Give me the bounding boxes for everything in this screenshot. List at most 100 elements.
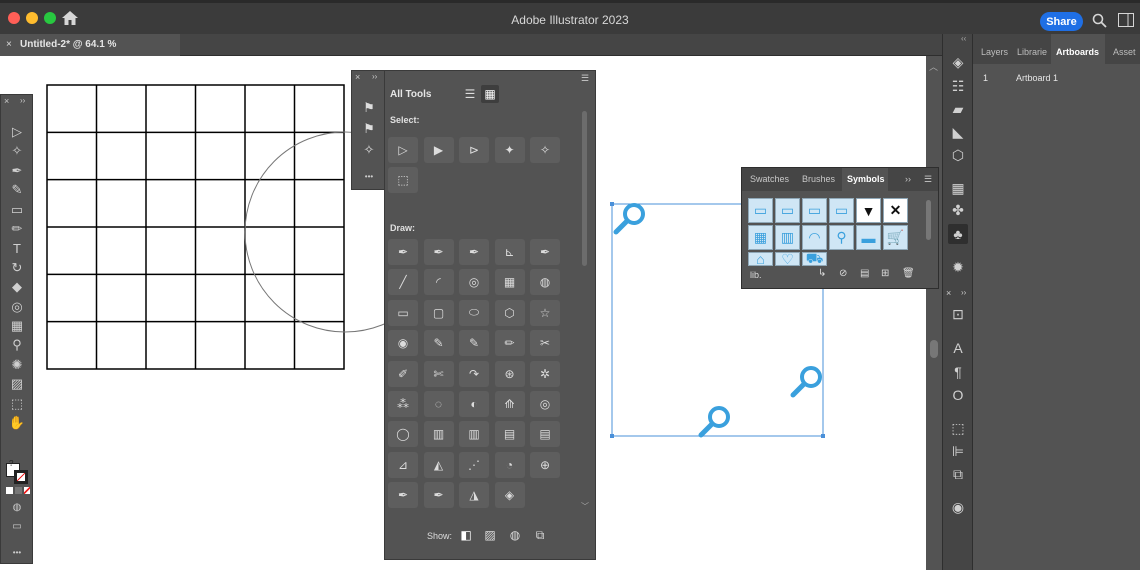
collapse-panel-icon[interactable]: ››	[20, 96, 25, 105]
character-icon[interactable]: A	[948, 338, 968, 358]
button-symbol[interactable]: ▭	[829, 198, 854, 223]
tab-asset-export[interactable]: Asset	[1113, 47, 1136, 57]
stroke-swatch[interactable]	[14, 470, 28, 484]
list-view-icon[interactable]: ☰	[461, 85, 479, 103]
flag-tool-icon[interactable]: ⚑	[359, 120, 379, 138]
selection-tool-icon[interactable]: ▷	[8, 123, 26, 141]
draw-tool-icon[interactable]: ✄	[424, 361, 454, 387]
new-symbol-icon[interactable]: ⊞	[881, 268, 889, 279]
more-tools-icon[interactable]: •••	[357, 169, 381, 183]
flag-tool-icon[interactable]: ⚑	[359, 99, 379, 117]
draw-tool-icon[interactable]: ⊕	[530, 452, 560, 478]
show-screen-mode-icon[interactable]: ⧉	[532, 527, 548, 543]
color-theme-icon[interactable]: ✹	[948, 257, 968, 277]
draw-tool-icon[interactable]: ⊿	[388, 452, 418, 478]
draw-tool-icon[interactable]: ↷	[459, 361, 489, 387]
chevron-down-icon[interactable]: ﹀	[581, 501, 589, 512]
3d-icon[interactable]: ⬡	[948, 145, 968, 165]
magnifier-symbol-instance[interactable]	[616, 205, 643, 232]
rss-icon[interactable]: ◠	[802, 225, 827, 250]
draw-tool-icon[interactable]: ◍	[530, 269, 560, 295]
home-icon[interactable]	[60, 8, 80, 28]
opentype-icon[interactable]: O	[948, 385, 968, 405]
draw-tool-icon[interactable]: ◌	[424, 391, 454, 417]
select-tool-icon[interactable]: ✧	[530, 137, 560, 163]
search-icon[interactable]	[1089, 10, 1109, 30]
close-panel-icon[interactable]: ×	[355, 72, 360, 82]
close-panel-icon[interactable]: ×	[946, 288, 951, 298]
draw-tool-icon[interactable]: ⬭	[459, 300, 489, 326]
draw-tool-icon[interactable]: ◯	[388, 421, 418, 447]
draw-tool-icon[interactable]: ✲	[530, 361, 560, 387]
panel-menu-icon[interactable]: ☰	[581, 73, 589, 84]
draw-tool-icon[interactable]: ☆	[530, 300, 560, 326]
draw-tool-icon[interactable]: ✎	[459, 330, 489, 356]
draw-tool-icon[interactable]: ✂	[530, 330, 560, 356]
draw-tool-icon[interactable]: ◮	[459, 482, 489, 508]
artboard-tool-icon[interactable]: ⬚	[8, 395, 26, 413]
document-tab[interactable]: × Untitled-2* @ 64.1 % (RGB/Preview)	[0, 34, 180, 56]
minimize-window-button[interactable]	[26, 12, 38, 24]
draw-tool-icon[interactable]: ✐	[388, 361, 418, 387]
tab-artboards[interactable]: Artboards	[1051, 34, 1105, 64]
draw-tool-icon[interactable]: ◎	[530, 391, 560, 417]
dropdown-arrow-icon[interactable]: ▼	[856, 198, 881, 223]
properties-icon[interactable]: ☷	[948, 76, 968, 96]
tab-symbols[interactable]: Symbols	[842, 168, 888, 191]
draw-tool-icon[interactable]: ◉	[388, 330, 418, 356]
button-symbol[interactable]: ▭	[775, 198, 800, 223]
rectangle-tool-icon[interactable]: ▭	[8, 201, 26, 219]
cart-icon[interactable]: 🛒	[883, 225, 908, 250]
symbol-libraries-icon[interactable]: lib.	[750, 270, 762, 280]
place-symbol-icon[interactable]: ↳	[818, 268, 826, 279]
draw-tool-icon[interactable]: ⁂	[388, 391, 418, 417]
draw-tool-icon[interactable]: ◜	[424, 269, 454, 295]
draw-tool-icon[interactable]: ✒	[424, 239, 454, 265]
rectangular-grid[interactable]	[47, 85, 344, 369]
select-tool-icon[interactable]: ✦	[495, 137, 525, 163]
symbol-options-icon[interactable]: ▤	[860, 268, 869, 279]
heart-icon[interactable]: ♡	[775, 252, 800, 266]
draw-tool-icon[interactable]: ▤	[495, 421, 525, 447]
maximize-window-button[interactable]	[44, 12, 56, 24]
symbols-icon[interactable]: ♣	[948, 224, 968, 244]
lasso-tool-icon[interactable]: ✧	[359, 141, 379, 159]
draw-tool-icon[interactable]: ✒	[388, 482, 418, 508]
draw-tool-icon[interactable]: ✏	[495, 330, 525, 356]
graphic-styles-icon[interactable]: ◉	[948, 497, 968, 517]
close-window-button[interactable]	[8, 12, 20, 24]
bbox-handle[interactable]	[610, 434, 614, 438]
draw-tool-icon[interactable]: ⊛	[495, 361, 525, 387]
comments-icon[interactable]: ▰	[948, 99, 968, 119]
eraser-tool-icon[interactable]: ◆	[8, 278, 26, 296]
artboard-row[interactable]: 1 Artboard 1	[973, 71, 1140, 87]
close-tab-icon[interactable]: ×	[6, 34, 12, 56]
draw-tool-icon[interactable]: ⟰	[495, 391, 525, 417]
pencil-tool-icon[interactable]: ✏	[8, 220, 26, 238]
button-symbol[interactable]: ▭	[802, 198, 827, 223]
draw-tool-icon[interactable]: ◈	[495, 482, 525, 508]
brush-icon[interactable]: ✤	[948, 200, 968, 220]
symbol-sprayer-tool-icon[interactable]: ✺	[8, 356, 26, 374]
panel-menu-icon[interactable]: ☰	[924, 168, 932, 191]
draw-tool-icon[interactable]: ✒	[388, 239, 418, 265]
film-icon[interactable]: ▥	[775, 225, 800, 250]
select-tool-icon[interactable]: ▷	[388, 137, 418, 163]
calendar-icon[interactable]: ▦	[748, 225, 773, 250]
show-draw-mode-icon[interactable]: ◍	[507, 527, 523, 543]
draw-tool-icon[interactable]: ⋰	[459, 452, 489, 478]
break-link-icon[interactable]: ⊘	[839, 268, 847, 279]
draw-tool-icon[interactable]: ▥	[424, 421, 454, 447]
draw-tool-icon[interactable]: ✎	[424, 330, 454, 356]
appearance-icon[interactable]: ◈	[948, 52, 968, 72]
scrollbar-thumb[interactable]	[930, 340, 938, 358]
draw-tool-icon[interactable]: ⬡	[495, 300, 525, 326]
grid-view-icon[interactable]: ▦	[481, 85, 499, 103]
transform-panel-icon[interactable]: ⬚	[948, 418, 968, 438]
draw-tool-icon[interactable]: ▭	[388, 300, 418, 326]
tab-layers[interactable]: Layers	[981, 47, 1008, 57]
collapse-dock-icon[interactable]: ‹‹	[961, 34, 966, 43]
color-mode-icons[interactable]	[6, 487, 30, 495]
eyedropper-tool-icon[interactable]: ⚲	[8, 336, 26, 354]
gradient-tool-icon[interactable]: ▦	[8, 317, 26, 335]
